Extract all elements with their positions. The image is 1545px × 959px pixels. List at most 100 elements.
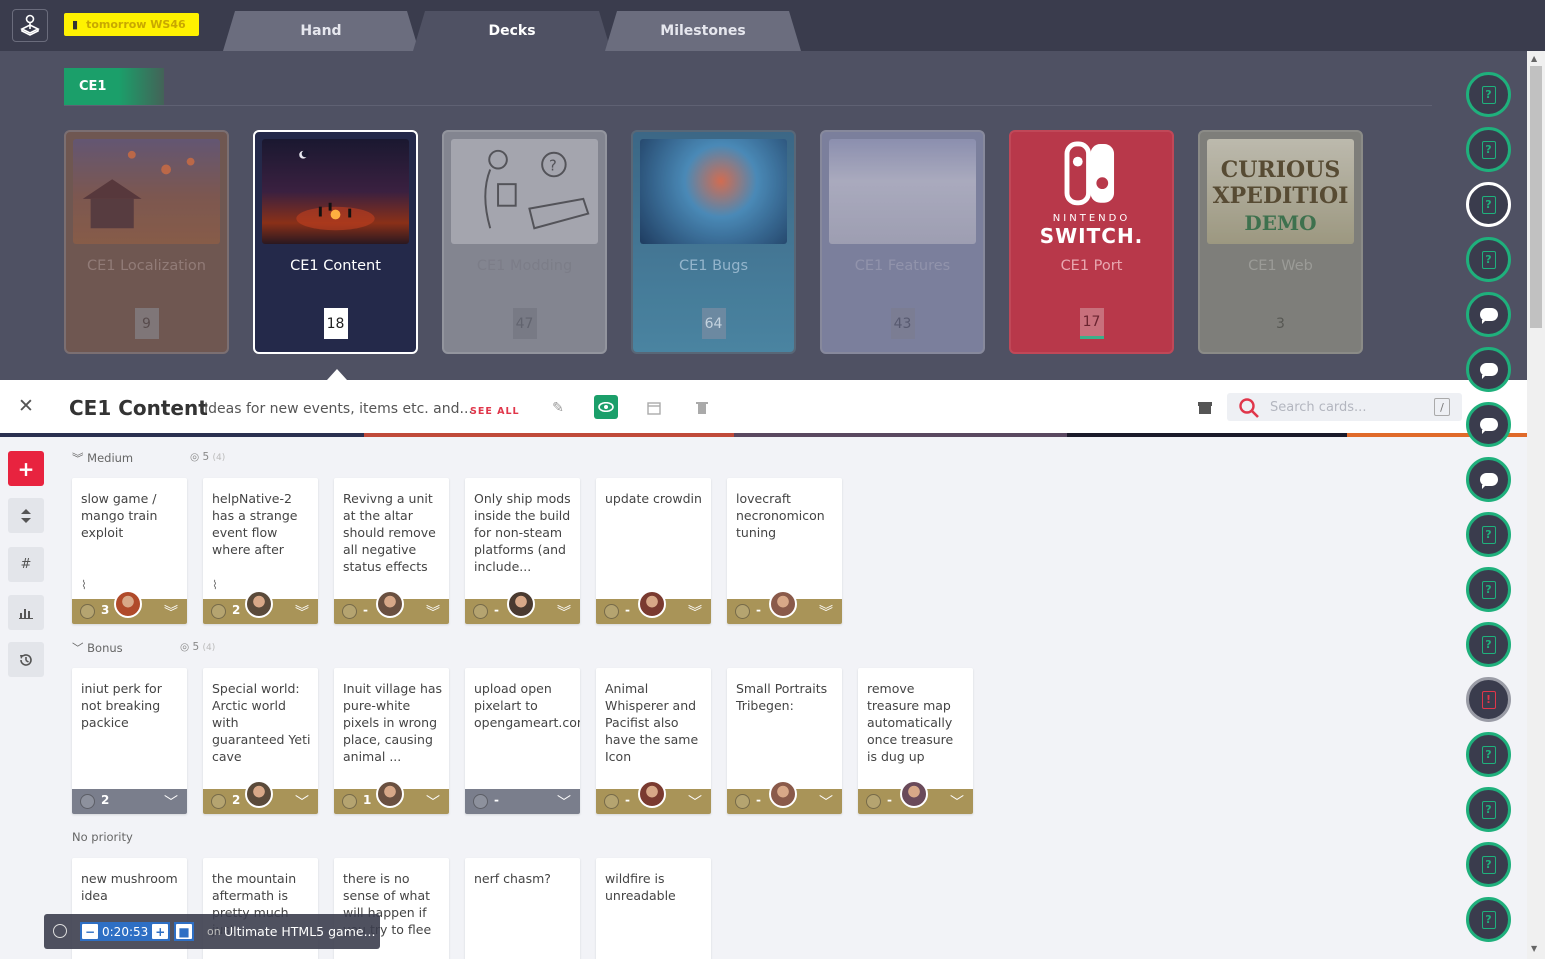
expand-chevron-icon[interactable]: ︾ (164, 602, 178, 622)
sidebar-notification-button[interactable]: ? (1466, 622, 1511, 667)
card-title: Revivng a unit at the altar should remov… (343, 491, 436, 574)
sidebar-notification-button[interactable] (1466, 402, 1511, 447)
card-effort: - (625, 793, 630, 807)
card[interactable]: remove treasure map automatically once t… (858, 668, 973, 814)
assignee-avatar[interactable] (769, 590, 797, 618)
priority-group-header[interactable]: ︾ Medium (72, 450, 133, 466)
card[interactable]: Revivng a unit at the altar should remov… (334, 478, 449, 624)
assignee-avatar[interactable] (245, 590, 273, 618)
sidebar-notification-button[interactable]: ? (1466, 567, 1511, 612)
history-button[interactable] (8, 642, 44, 677)
assignee-avatar[interactable] (769, 780, 797, 808)
sidebar-notification-button[interactable]: ? (1466, 897, 1511, 942)
card[interactable]: Special world: Arctic world with guarant… (203, 668, 318, 814)
add-card-button[interactable]: + (8, 451, 44, 486)
sidebar-notification-button[interactable]: ? (1466, 787, 1511, 832)
expand-chevron-icon[interactable]: ﹀ (688, 792, 702, 812)
sidebar-notification-button[interactable] (1466, 292, 1511, 337)
sidebar-notification-button[interactable] (1466, 457, 1511, 502)
timer-on-label: on (207, 925, 221, 938)
search-cards-input[interactable] (1270, 397, 1420, 417)
assignee-avatar[interactable] (376, 780, 404, 808)
watch-eye-icon[interactable] (594, 395, 618, 419)
timer-increase-button[interactable]: + (152, 924, 169, 939)
assignee-avatar[interactable] (114, 590, 142, 618)
card[interactable]: iniut perk for not breaking packice 2 ﹀ (72, 668, 187, 814)
time-tracker-bar: − 0:20:53 + ■ on Ultimate HTML5 game... (44, 914, 380, 949)
workspace-badge[interactable]: ▮ tomorrow WS46 (64, 13, 199, 36)
expand-chevron-icon[interactable]: ︾ (688, 602, 702, 622)
expand-chevron-icon[interactable]: ﹀ (819, 792, 833, 812)
sidebar-notification-button[interactable]: ? (1466, 127, 1511, 172)
deck-ce1-bugs[interactable]: CE1 Bugs 64 (631, 130, 796, 354)
sidebar-notification-button[interactable]: ? (1466, 72, 1511, 117)
card[interactable]: update crowdin - ︾ (596, 478, 711, 624)
question-card-icon: ? (1481, 250, 1496, 269)
stats-button[interactable] (8, 595, 44, 630)
expand-chevron-icon[interactable]: ︾ (819, 602, 833, 622)
deck-card-count: 47 (512, 308, 537, 339)
timer-stop-button[interactable]: ■ (176, 924, 192, 939)
switch-brand-top: NINTENDO (1052, 213, 1131, 224)
scrollbar-thumb[interactable] (1530, 66, 1542, 328)
priority-group-label: Bonus (87, 641, 123, 655)
sidebar-notification-button[interactable] (1466, 347, 1511, 392)
sidebar-notification-button[interactable]: ! (1466, 677, 1511, 722)
deck-ce1-features[interactable]: CE1 Features 43 (820, 130, 985, 354)
card[interactable]: nerf chasm? (465, 858, 580, 959)
expand-chevron-icon[interactable]: ﹀ (295, 792, 309, 812)
app-logo-button[interactable] (12, 9, 48, 42)
timer-decrease-button[interactable]: − (82, 924, 98, 939)
assignee-avatar[interactable] (245, 780, 273, 808)
edit-pencil-icon[interactable]: ✎ (547, 397, 569, 419)
scroll-down-arrow[interactable]: ▼ (1531, 944, 1537, 953)
card[interactable]: helpNative-2 has a strange event flow wh… (203, 478, 318, 624)
sidebar-notification-button[interactable]: ? (1466, 732, 1511, 777)
tab-milestones[interactable]: Milestones (605, 11, 801, 51)
card[interactable]: Inuit village has pure-white pixels in w… (334, 668, 449, 814)
card[interactable]: upload open pixelart to opengameart.com?… (465, 668, 580, 814)
timer-task-link[interactable]: Ultimate HTML5 game... (224, 924, 376, 939)
hash-tag-button[interactable]: # (8, 547, 44, 582)
assignee-avatar[interactable] (376, 590, 404, 618)
tab-decks[interactable]: Decks (413, 11, 611, 51)
assignee-avatar[interactable] (507, 590, 535, 618)
priority-group-header[interactable]: No priority (72, 830, 133, 844)
expand-chevron-icon[interactable]: ﹀ (950, 792, 964, 812)
tab-hand[interactable]: Hand (223, 11, 419, 51)
card[interactable]: wildfire is unreadable (596, 858, 711, 959)
deck-ce1-web[interactable]: CURIOUS XPEDITIOI DEMO CE1 Web 3 (1198, 130, 1363, 354)
sidebar-notification-button[interactable]: ? (1466, 237, 1511, 282)
project-chip[interactable]: CE1 (64, 68, 164, 105)
expand-chevron-icon[interactable]: ﹀ (557, 792, 571, 812)
card[interactable]: Animal Whisperer and Pacifist also have … (596, 668, 711, 814)
sidebar-notification-button[interactable]: ? (1466, 842, 1511, 887)
deck-ce1-content[interactable]: CE1 Content 18 (253, 130, 418, 354)
assignee-avatar[interactable] (638, 780, 666, 808)
expand-chevron-icon[interactable]: ﹀ (164, 792, 178, 812)
see-all-link[interactable]: SEE ALL (470, 406, 520, 417)
trash-icon[interactable] (691, 397, 713, 419)
expand-chevron-icon[interactable]: ︾ (557, 602, 571, 622)
assignee-avatar[interactable] (638, 590, 666, 618)
assignee-avatar[interactable] (900, 780, 928, 808)
sidebar-notification-button[interactable]: ? (1466, 512, 1511, 557)
deck-ce1-modding[interactable]: ? CE1 Modding 47 (442, 130, 607, 354)
chat-bubble-icon (1479, 418, 1498, 434)
card[interactable]: lovecraft necronomicon tuning - ︾ (727, 478, 842, 624)
card[interactable]: Only ship mods inside the build for non-… (465, 478, 580, 624)
archive-box-icon[interactable] (1194, 397, 1216, 419)
sort-button[interactable] (8, 498, 44, 533)
expand-chevron-icon[interactable]: ﹀ (426, 792, 440, 812)
card[interactable]: Small Portraits Tribegen: - ﹀ (727, 668, 842, 814)
close-panel-button[interactable]: ✕ (18, 395, 34, 417)
expand-chevron-icon[interactable]: ︾ (295, 602, 309, 622)
card[interactable]: slow game / mango train exploit ⌇ 3 ︾ (72, 478, 187, 624)
deck-ce1-port[interactable]: NINTENDO SWITCH. CE1 Port 17 (1009, 130, 1174, 354)
scroll-up-arrow[interactable]: ▲ (1531, 54, 1537, 63)
sidebar-notification-button[interactable]: ? (1466, 182, 1511, 227)
deck-ce1-localization[interactable]: CE1 Localization 9 (64, 130, 229, 354)
expand-chevron-icon[interactable]: ︾ (426, 602, 440, 622)
calendar-icon[interactable] (643, 397, 665, 419)
priority-group-header[interactable]: ﹀ Bonus (72, 640, 123, 656)
